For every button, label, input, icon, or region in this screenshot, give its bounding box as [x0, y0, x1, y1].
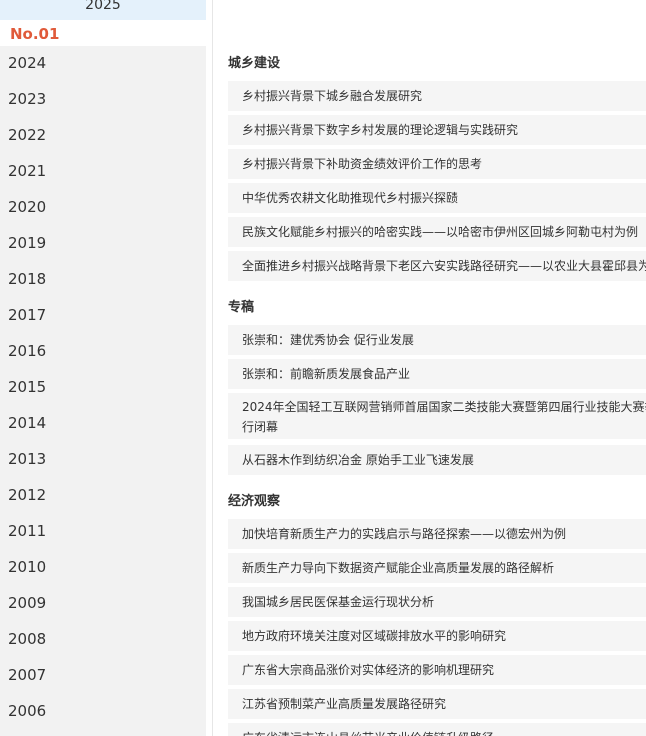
- article-link[interactable]: 乡村振兴背景下补助资金绩效评价工作的思考: [228, 149, 646, 179]
- year-label: 2010: [8, 558, 47, 576]
- year-item-2008[interactable]: 2008: [0, 622, 206, 658]
- year-item-2006[interactable]: 2006: [0, 694, 206, 730]
- year-item-2015[interactable]: 2015: [0, 370, 206, 406]
- article-link[interactable]: 广东省大宗商品涨价对实体经济的影响机理研究: [228, 655, 646, 685]
- year-label: 2008: [8, 630, 47, 648]
- section-title-economic: 经济观察: [228, 494, 281, 509]
- article-link[interactable]: 2024年全国轻工互联网营销师首届国家二类技能大赛暨第四届行业技能大赛举行闭幕: [228, 393, 646, 439]
- year-item-2021[interactable]: 2021: [0, 154, 206, 190]
- year-label: 2006: [8, 702, 47, 720]
- article-list: 城乡建设 乡村振兴背景下城乡融合发展研究 乡村振兴背景下数字乡村发展的理论逻辑与…: [213, 0, 646, 736]
- year-item-2022[interactable]: 2022: [0, 118, 206, 154]
- year-label: 2022: [8, 126, 47, 144]
- year-item-2013[interactable]: 2013: [0, 442, 206, 478]
- current-year-header[interactable]: 2025: [0, 0, 206, 20]
- year-item-2011[interactable]: 2011: [0, 514, 206, 550]
- year-item-2018[interactable]: 2018: [0, 262, 206, 298]
- article-link[interactable]: 加快培育新质生产力的实践启示与路径探索——以德宏州为例: [228, 519, 646, 549]
- section-title-special: 专稿: [228, 300, 255, 315]
- year-label: 2019: [8, 234, 47, 252]
- year-label: 2023: [8, 90, 47, 108]
- article-link[interactable]: 全面推进乡村振兴战略背景下老区六安实践路径研究——以农业大县霍邱县为例: [228, 251, 646, 281]
- year-item-2023[interactable]: 2023: [0, 82, 206, 118]
- article-link[interactable]: 地方政府环境关注度对区域碳排放水平的影响研究: [228, 621, 646, 651]
- article-link[interactable]: 乡村振兴背景下数字乡村发展的理论逻辑与实践研究: [228, 115, 646, 145]
- article-link[interactable]: 张崇和：前瞻新质发展食品产业: [228, 359, 646, 389]
- article-link[interactable]: 江苏省预制菜产业高质量发展路径研究: [228, 689, 646, 719]
- article-link[interactable]: 从石器木作到纺织冶金 原始手工业飞速发展: [228, 445, 646, 475]
- year-item-2016[interactable]: 2016: [0, 334, 206, 370]
- year-label: 2009: [8, 594, 47, 612]
- issue-item-current[interactable]: No.01: [0, 20, 206, 46]
- issue-label: No.01: [10, 25, 60, 43]
- year-item-2007[interactable]: 2007: [0, 658, 206, 694]
- year-item-2009[interactable]: 2009: [0, 586, 206, 622]
- article-link[interactable]: 新质生产力导向下数据资产赋能企业高质量发展的路径解析: [228, 553, 646, 583]
- year-item-2010[interactable]: 2010: [0, 550, 206, 586]
- year-item-2024[interactable]: 2024: [0, 46, 206, 82]
- year-label: 2021: [8, 162, 47, 180]
- year-label: 2014: [8, 414, 47, 432]
- year-label: 2020: [8, 198, 47, 216]
- year-label: 2015: [8, 378, 47, 396]
- year-item-2017[interactable]: 2017: [0, 298, 206, 334]
- year-label: 2018: [8, 270, 47, 288]
- year-label: 2011: [8, 522, 47, 540]
- year-label: 2007: [8, 666, 47, 684]
- current-year-label: 2025: [85, 0, 121, 13]
- year-sidebar: 2025 No.01 2024 2023 2022 2021 2020 2019 2018 2…: [0, 0, 206, 736]
- year-label: 2016: [8, 342, 47, 360]
- section-title-urban-rural: 城乡建设: [228, 56, 281, 71]
- year-label: 2017: [8, 306, 47, 324]
- year-item-2012[interactable]: 2012: [0, 478, 206, 514]
- year-item-2019[interactable]: 2019: [0, 226, 206, 262]
- article-link[interactable]: 广东省清远市连山县丝苗米产业价值链升级路径: [228, 723, 646, 736]
- article-link[interactable]: 民族文化赋能乡村振兴的哈密实践——以哈密市伊州区回城乡阿勒屯村为例: [228, 217, 646, 247]
- year-label: 2013: [8, 450, 47, 468]
- article-link[interactable]: 张崇和：建优秀协会 促行业发展: [228, 325, 646, 355]
- year-list: 2024 2023 2022 2021 2020 2019 2018 2017 2016 2015…: [0, 46, 206, 730]
- article-link[interactable]: 乡村振兴背景下城乡融合发展研究: [228, 81, 646, 111]
- year-label: 2012: [8, 486, 47, 504]
- article-link[interactable]: 中华优秀农耕文化助推现代乡村振兴探赜: [228, 183, 646, 213]
- year-label: 2024: [8, 54, 47, 72]
- article-link[interactable]: 我国城乡居民医保基金运行现状分析: [228, 587, 646, 617]
- year-item-2014[interactable]: 2014: [0, 406, 206, 442]
- year-item-2020[interactable]: 2020: [0, 190, 206, 226]
